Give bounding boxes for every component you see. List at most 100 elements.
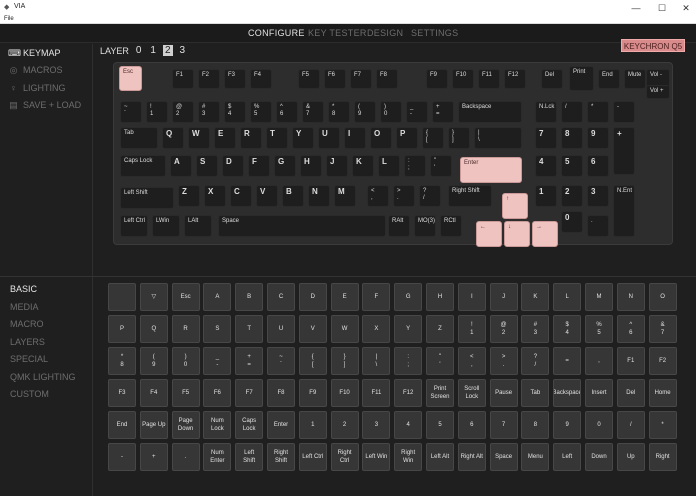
key-ralt[interactable]: RAlt bbox=[388, 215, 410, 237]
keycode-f[interactable]: F bbox=[362, 283, 391, 311]
keycode-f4[interactable]: F4 bbox=[139, 379, 168, 407]
keycode--3[interactable]: # 3 bbox=[521, 315, 550, 343]
keycode-backspace[interactable]: Backspace bbox=[553, 379, 582, 407]
keycode-blank[interactable] bbox=[108, 283, 136, 311]
key-esc[interactable]: Esc bbox=[119, 66, 142, 91]
category-layers[interactable]: LAYERS bbox=[10, 337, 45, 347]
keycode-print-screen[interactable]: Print Screen bbox=[426, 379, 454, 407]
key-9[interactable]: 9 bbox=[587, 127, 609, 149]
keycode--[interactable]: = bbox=[553, 347, 582, 375]
key-enter[interactable]: Enter bbox=[460, 157, 522, 183]
key--[interactable]: - bbox=[613, 101, 635, 123]
key-rctl[interactable]: RCtl bbox=[440, 215, 462, 237]
key-c[interactable]: C bbox=[230, 185, 252, 207]
key--[interactable]: ~ ` bbox=[120, 101, 142, 123]
key-s[interactable]: S bbox=[196, 155, 218, 177]
keycode-v[interactable]: V bbox=[298, 315, 327, 343]
keycode-q[interactable]: Q bbox=[139, 315, 168, 343]
key-r[interactable]: R bbox=[240, 127, 262, 149]
key--[interactable]: " ' bbox=[430, 155, 452, 177]
key-u[interactable]: U bbox=[318, 127, 340, 149]
key-left-ctrl[interactable]: Left Ctrl bbox=[120, 215, 148, 237]
key-z[interactable]: Z bbox=[178, 185, 200, 207]
key-p[interactable]: P bbox=[396, 127, 418, 149]
keycode-right-alt[interactable]: Right Alt bbox=[457, 443, 486, 471]
key--[interactable]: ↑ bbox=[502, 193, 528, 219]
keycode--[interactable]: " ' bbox=[426, 347, 454, 375]
key-q[interactable]: Q bbox=[162, 127, 184, 149]
keycode-7[interactable]: 7 bbox=[489, 411, 518, 439]
key-n[interactable]: N bbox=[308, 185, 330, 207]
key--[interactable]: < , bbox=[367, 185, 389, 207]
key-left-shift[interactable]: Left Shift bbox=[120, 187, 174, 209]
key-f2[interactable]: F2 bbox=[198, 69, 220, 89]
key-f[interactable]: F bbox=[248, 155, 270, 177]
keycode-tab[interactable]: Tab bbox=[521, 379, 550, 407]
keycode-i[interactable]: I bbox=[457, 283, 486, 311]
key--2[interactable]: @ 2 bbox=[172, 101, 194, 123]
category-basic[interactable]: BASIC bbox=[10, 284, 37, 294]
keycode-f1[interactable]: F1 bbox=[616, 347, 645, 375]
keycode--[interactable]: ~ ` bbox=[267, 347, 295, 375]
keycode--7[interactable]: & 7 bbox=[648, 315, 677, 343]
keycode--[interactable]: { [ bbox=[298, 347, 327, 375]
key--[interactable]: ← bbox=[476, 221, 502, 247]
keycode-right-win[interactable]: Right Win bbox=[394, 443, 423, 471]
keycode-l[interactable]: L bbox=[553, 283, 582, 311]
key--[interactable]: ↓ bbox=[504, 221, 530, 247]
keycode-num-lock[interactable]: Num Lock bbox=[203, 411, 232, 439]
keycode-x[interactable]: X bbox=[362, 315, 391, 343]
menu-file[interactable]: File bbox=[4, 16, 14, 22]
keycode-up[interactable]: Up bbox=[616, 443, 645, 471]
key--[interactable]: : ; bbox=[404, 155, 426, 177]
keycode-right-shift[interactable]: Right Shift bbox=[267, 443, 295, 471]
layer-1-button[interactable]: 1 bbox=[148, 45, 158, 56]
key-2[interactable]: 2 bbox=[561, 185, 583, 207]
maximize-icon[interactable]: ☐ bbox=[650, 0, 674, 16]
keycode-left-ctrl[interactable]: Left Ctrl bbox=[298, 443, 327, 471]
keycode-0[interactable]: 0 bbox=[585, 411, 613, 439]
key-x[interactable]: X bbox=[204, 185, 226, 207]
keycode-enter[interactable]: Enter bbox=[267, 411, 295, 439]
keycode-f7[interactable]: F7 bbox=[235, 379, 264, 407]
key-del[interactable]: Del bbox=[541, 69, 563, 89]
key-3[interactable]: 3 bbox=[587, 185, 609, 207]
keycode--[interactable]: / bbox=[616, 411, 645, 439]
keycode-left-win[interactable]: Left Win bbox=[362, 443, 391, 471]
key-k[interactable]: K bbox=[352, 155, 374, 177]
keycode-f9[interactable]: F9 bbox=[298, 379, 327, 407]
keycode-e[interactable]: E bbox=[330, 283, 359, 311]
keycode-insert[interactable]: Insert bbox=[585, 379, 613, 407]
keycode-3[interactable]: 3 bbox=[362, 411, 391, 439]
key-f11[interactable]: F11 bbox=[478, 69, 500, 89]
tab-key-tester[interactable]: KEY TESTER bbox=[308, 28, 367, 38]
key-t[interactable]: T bbox=[266, 127, 288, 149]
keycode-menu[interactable]: Menu bbox=[521, 443, 550, 471]
key-backspace[interactable]: Backspace bbox=[458, 101, 522, 123]
key-lalt[interactable]: LAlt bbox=[184, 215, 212, 237]
key-g[interactable]: G bbox=[274, 155, 296, 177]
keycode--0[interactable]: ) 0 bbox=[171, 347, 200, 375]
keycode-p[interactable]: P bbox=[108, 315, 136, 343]
keycode-f5[interactable]: F5 bbox=[171, 379, 200, 407]
keycode--8[interactable]: * 8 bbox=[108, 347, 136, 375]
keycode--[interactable]: ? / bbox=[521, 347, 550, 375]
keycode-right[interactable]: Right bbox=[648, 443, 677, 471]
category-macro[interactable]: MACRO bbox=[10, 319, 44, 329]
keycode-r[interactable]: R bbox=[171, 315, 200, 343]
key-n-ent[interactable]: N.Ent bbox=[613, 185, 635, 237]
keycode-f8[interactable]: F8 bbox=[267, 379, 295, 407]
key-end[interactable]: End bbox=[598, 69, 620, 89]
key-lwin[interactable]: LWin bbox=[152, 215, 180, 237]
key--3[interactable]: # 3 bbox=[198, 101, 220, 123]
keycode-z[interactable]: Z bbox=[426, 315, 454, 343]
keycode-a[interactable]: A bbox=[203, 283, 232, 311]
keycode-w[interactable]: W bbox=[330, 315, 359, 343]
keycode-s[interactable]: S bbox=[203, 315, 232, 343]
key--[interactable]: > . bbox=[393, 185, 415, 207]
key-mo-3-[interactable]: MO(3) bbox=[414, 215, 436, 237]
key-0[interactable]: 0 bbox=[561, 211, 583, 233]
keycode-page-up[interactable]: Page Up bbox=[139, 411, 168, 439]
keycode-o[interactable]: O bbox=[648, 283, 677, 311]
keycode-del[interactable]: Del bbox=[616, 379, 645, 407]
